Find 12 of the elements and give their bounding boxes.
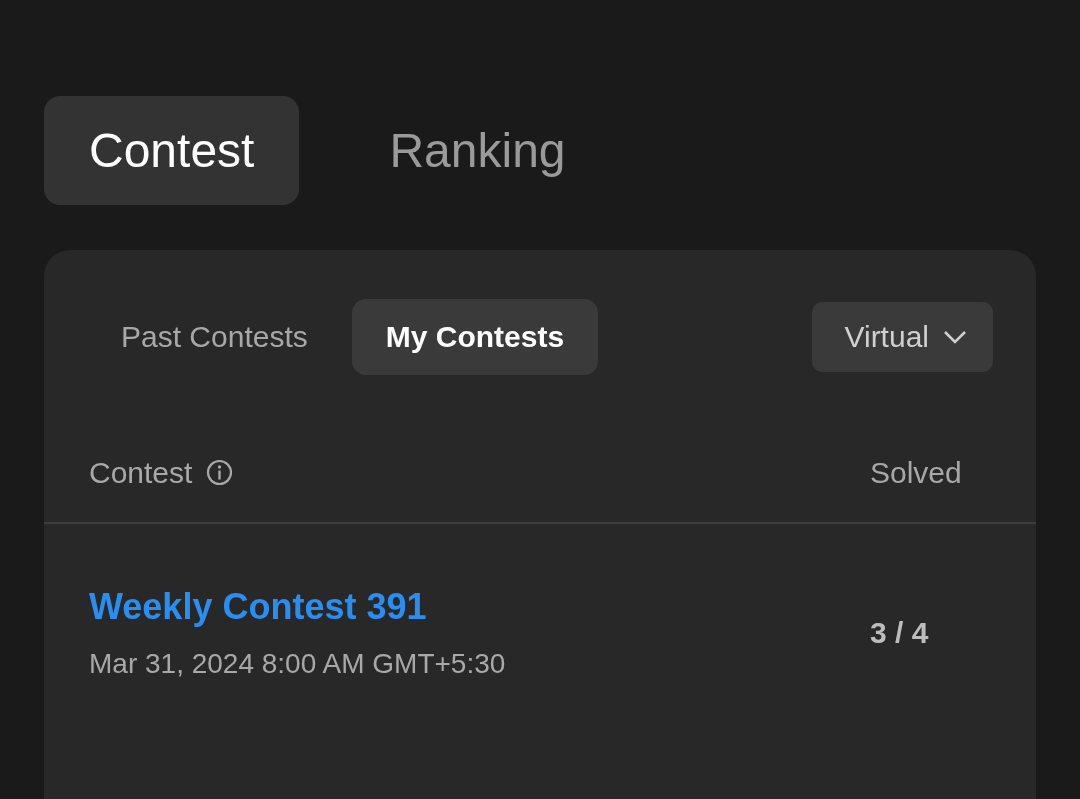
contest-link[interactable]: Weekly Contest 391: [89, 586, 427, 627]
tab[interactable]: Contest: [44, 96, 300, 205]
tab[interactable]: Past Contests: [87, 299, 342, 375]
tab[interactable]: My Contests: [351, 299, 599, 375]
filter-dropdown[interactable]: Virtual: [811, 302, 993, 372]
tab[interactable]: Ranking: [344, 96, 611, 205]
column-header: Solved: [870, 455, 963, 490]
contest-date: Mar 31, 2024 8:00 AM GMT+5:30: [89, 648, 506, 679]
info-icon[interactable]: [206, 459, 234, 486]
chevron-down-icon: [943, 330, 967, 344]
column-header: Contest: [89, 455, 193, 490]
solved-count: 3 / 4: [870, 616, 930, 650]
